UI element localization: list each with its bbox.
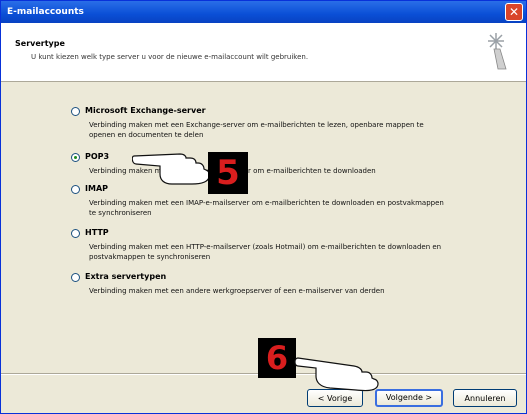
option-label: Extra servertypen — [85, 272, 167, 281]
option-desc: Verbinding maken met een andere werkgroe… — [89, 287, 385, 295]
option-label: Microsoft Exchange-server — [85, 106, 206, 115]
option-desc: Verbinding maken met een IMAP-e-mailserv… — [89, 199, 444, 217]
server-type-options: Microsoft Exchange-server Verbinding mak… — [1, 82, 526, 372]
page-subtitle: U kunt kiezen welk type server u voor de… — [31, 53, 309, 61]
step-5-callout: 5 — [208, 152, 248, 194]
wizard-sparkle-icon — [488, 33, 507, 70]
radio-imap[interactable] — [71, 185, 80, 194]
radio-pop3[interactable] — [71, 153, 80, 162]
cancel-button[interactable]: Annuleren — [453, 389, 517, 407]
page-title: Servertype — [15, 39, 65, 48]
option-label: IMAP — [85, 184, 108, 193]
option-desc: Verbinding maken met een Exchange-server… — [89, 121, 424, 139]
radio-extra[interactable] — [71, 273, 80, 282]
wizard-header: Servertype U kunt kiezen welk type serve… — [1, 23, 526, 82]
title-bar[interactable]: E-mailaccounts ✕ — [1, 1, 526, 23]
option-label: HTTP — [85, 228, 109, 237]
option-label: POP3 — [85, 152, 110, 161]
option-desc: Verbinding maken met een HTTP-e-mailserv… — [89, 243, 442, 261]
pointing-hand-icon — [132, 153, 210, 185]
close-icon: ✕ — [508, 5, 520, 19]
radio-exchange[interactable] — [71, 107, 80, 116]
close-button[interactable]: ✕ — [505, 3, 523, 21]
step-6-callout: 6 — [258, 338, 296, 378]
radio-http[interactable] — [71, 229, 80, 238]
pointing-hand-icon — [294, 357, 379, 392]
window-title: E-mailaccounts — [7, 7, 84, 17]
next-button[interactable]: Volgende > — [375, 389, 443, 407]
